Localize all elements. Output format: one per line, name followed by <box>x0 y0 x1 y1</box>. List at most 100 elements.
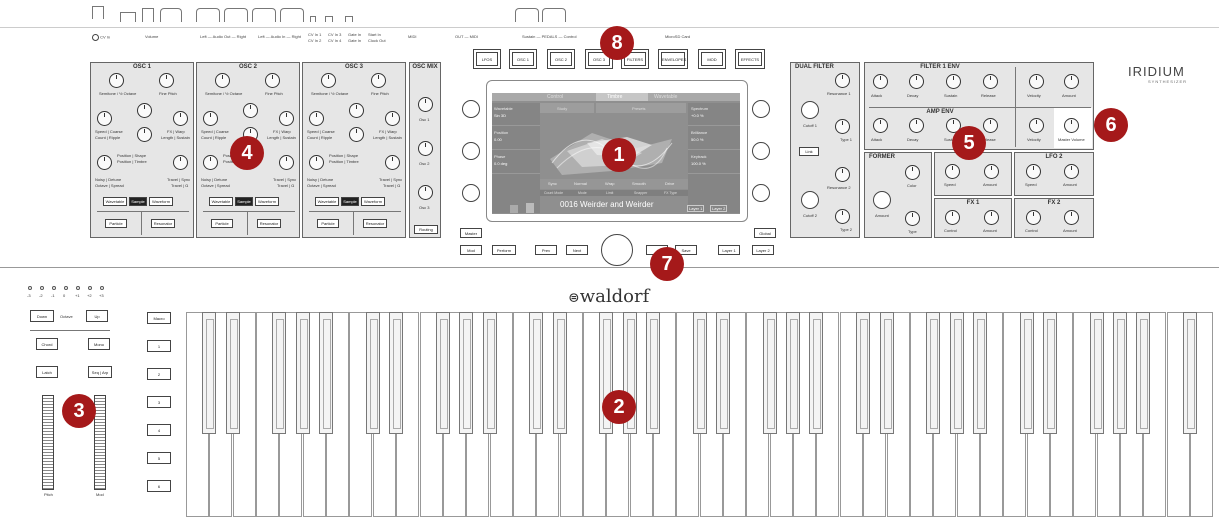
screen-mode-drive[interactable]: Drive <box>665 181 674 186</box>
screen-study-label[interactable]: Study <box>557 106 567 111</box>
noisy-knob[interactable] <box>203 155 218 170</box>
position-knob[interactable] <box>349 127 364 142</box>
black-key[interactable] <box>482 312 497 434</box>
noisy-knob[interactable] <box>309 155 324 170</box>
semitone-knob[interactable] <box>321 73 336 88</box>
black-key[interactable] <box>365 312 380 434</box>
lfos-selector-button[interactable]: LFOS <box>476 52 498 66</box>
noisy-knob[interactable] <box>97 155 112 170</box>
effects-selector-button[interactable]: EFFECTS <box>738 52 762 66</box>
soft-knob-right-3[interactable] <box>752 184 770 202</box>
black-key[interactable] <box>646 312 660 434</box>
black-key[interactable] <box>319 312 334 434</box>
octave-up-button[interactable]: Up <box>86 310 108 322</box>
filter-env-1-knob[interactable] <box>909 74 924 89</box>
black-key[interactable] <box>1042 312 1057 434</box>
resonance2-knob[interactable] <box>835 167 850 182</box>
black-key[interactable] <box>529 312 544 434</box>
screen-mode-normal[interactable]: Normal <box>574 181 587 186</box>
semitone-knob[interactable] <box>215 73 230 88</box>
link-button[interactable]: Link <box>799 147 819 156</box>
amp-env-velocity-knob[interactable] <box>1029 118 1044 133</box>
screen-tab-wavetable[interactable]: Wavetable <box>654 94 677 100</box>
travel-knob[interactable] <box>279 155 294 170</box>
layer2-button[interactable]: Layer 2 <box>752 245 774 255</box>
black-key[interactable] <box>879 312 894 434</box>
layer1-button[interactable]: Layer 1 <box>718 245 740 255</box>
macro-4-button[interactable]: 4 <box>147 424 171 436</box>
black-key[interactable] <box>1136 312 1151 434</box>
fx1-amount-knob[interactable] <box>984 210 999 225</box>
screen-presets-label[interactable]: Presets <box>632 106 646 111</box>
black-key[interactable] <box>272 312 287 434</box>
speed-knob[interactable] <box>97 111 112 126</box>
travel-knob[interactable] <box>385 155 400 170</box>
former-color-knob[interactable] <box>905 165 920 180</box>
osc1-selector-button[interactable]: OSC 1 <box>512 52 534 66</box>
black-key[interactable] <box>856 312 871 434</box>
macro-3-button[interactable]: 3 <box>147 396 171 408</box>
fx-warp-knob[interactable] <box>385 111 400 126</box>
macro-2-button[interactable]: 2 <box>147 368 171 380</box>
sample-button[interactable]: Sample <box>341 197 359 206</box>
fx2-control-knob[interactable] <box>1026 210 1041 225</box>
envelopes-selector-button[interactable]: ENVELOPES <box>661 52 686 66</box>
soft-knob-left-2[interactable] <box>462 142 480 160</box>
latch-button[interactable]: Latch <box>36 366 58 378</box>
pitch-wheel[interactable] <box>42 395 54 490</box>
fx-knob[interactable] <box>349 103 364 118</box>
fx2-amount-knob[interactable] <box>1064 210 1079 225</box>
octave-down-button[interactable]: Down <box>30 310 54 322</box>
soft-knob-left-1[interactable] <box>462 100 480 118</box>
screen-mode-sync[interactable]: Sync <box>548 181 557 186</box>
amp-env-3-knob[interactable] <box>983 118 998 133</box>
filter-env-3-knob[interactable] <box>983 74 998 89</box>
black-key[interactable] <box>1113 312 1127 434</box>
position-knob[interactable] <box>137 127 152 142</box>
former-type-knob[interactable] <box>905 211 920 226</box>
black-key[interactable] <box>435 312 450 434</box>
macro-6-button[interactable]: 6 <box>147 480 171 492</box>
black-key[interactable] <box>692 312 707 434</box>
soft-knob-right-2[interactable] <box>752 142 770 160</box>
resonance1-knob[interactable] <box>835 73 850 88</box>
black-key[interactable] <box>389 312 404 434</box>
waveform-button[interactable]: Waveform <box>361 197 385 206</box>
routing-button[interactable]: Routing <box>414 225 438 234</box>
former-amount-knob[interactable] <box>873 191 891 209</box>
wavetable-button[interactable]: Wavetable <box>209 197 233 206</box>
type2-knob[interactable] <box>835 209 850 224</box>
screen-layer1-tab[interactable]: Layer 1 <box>687 205 705 212</box>
seq-arp-button[interactable]: Seq | Arp <box>88 366 112 378</box>
black-key[interactable] <box>202 312 217 434</box>
black-key[interactable] <box>972 312 987 434</box>
speed-knob[interactable] <box>309 111 324 126</box>
travel-knob[interactable] <box>173 155 188 170</box>
fine-pitch-knob[interactable] <box>265 73 280 88</box>
chord-button[interactable]: Chord <box>36 338 58 350</box>
black-key[interactable] <box>459 312 474 434</box>
filter-env-4-knob[interactable] <box>1029 74 1044 89</box>
screen-mode-wrap[interactable]: Wrap <box>605 181 614 186</box>
master-volume-knob[interactable] <box>1064 118 1079 133</box>
macro-button[interactable]: Macro <box>147 312 171 324</box>
black-key[interactable] <box>1183 312 1198 434</box>
amp-env-0-knob[interactable] <box>873 118 888 133</box>
prev-button[interactable]: Prev <box>535 245 557 255</box>
fine-pitch-knob[interactable] <box>159 73 174 88</box>
particle-button[interactable]: Particle <box>105 219 127 228</box>
soft-knob-left-3[interactable] <box>462 184 480 202</box>
filter-env-5-knob[interactable] <box>1064 74 1079 89</box>
black-key[interactable] <box>295 312 310 434</box>
fx-knob[interactable] <box>137 103 152 118</box>
screen-mode-smooth[interactable]: Smooth <box>632 181 646 186</box>
cutoff2-knob[interactable] <box>801 191 819 209</box>
lfo2-amount-knob[interactable] <box>1064 164 1079 179</box>
fx-warp-knob[interactable] <box>279 111 294 126</box>
black-key[interactable] <box>716 312 731 434</box>
mono-button[interactable]: Mono <box>88 338 110 350</box>
master-button[interactable]: Master <box>460 228 482 238</box>
semitone-knob[interactable] <box>109 73 124 88</box>
resonator-button[interactable]: Resonator <box>151 219 175 228</box>
waveform-button[interactable]: Waveform <box>149 197 173 206</box>
